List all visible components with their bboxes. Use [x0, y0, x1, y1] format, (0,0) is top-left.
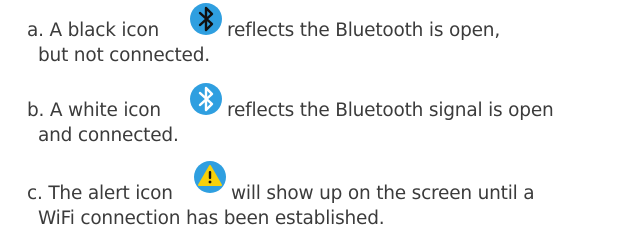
- list-item-wifi-alert: c. The alert icon will show up on the sc…: [27, 160, 607, 236]
- item-c-text-before: c. The alert icon: [27, 183, 173, 204]
- alert-icon: [193, 160, 227, 194]
- instruction-page: { "items": [ { "before": "a. A black ico…: [0, 0, 619, 240]
- list-item-bluetooth-connected: b. A white icon reflects the Bluetooth s…: [27, 80, 607, 150]
- bluetooth-black-icon: [189, 2, 223, 36]
- item-c-text-line2: WiFi connection has been established.: [38, 208, 385, 229]
- item-a-text-line2: but not connected.: [38, 45, 210, 66]
- item-b-text-before: b. A white icon: [27, 100, 161, 121]
- item-b-text-line2: and connected.: [38, 125, 179, 146]
- item-a-text-after: reflects the Bluetooth is open,: [227, 20, 500, 41]
- item-a-text-before: a. A black icon: [27, 20, 159, 41]
- list-item-bluetooth-disconnected: a. A black icon reflects the Bluetooth i…: [27, 0, 607, 70]
- bluetooth-white-icon: [189, 82, 223, 116]
- item-b-text-after: reflects the Bluetooth signal is open: [227, 100, 554, 121]
- item-c-text-after: will show up on the screen until a: [231, 183, 535, 204]
